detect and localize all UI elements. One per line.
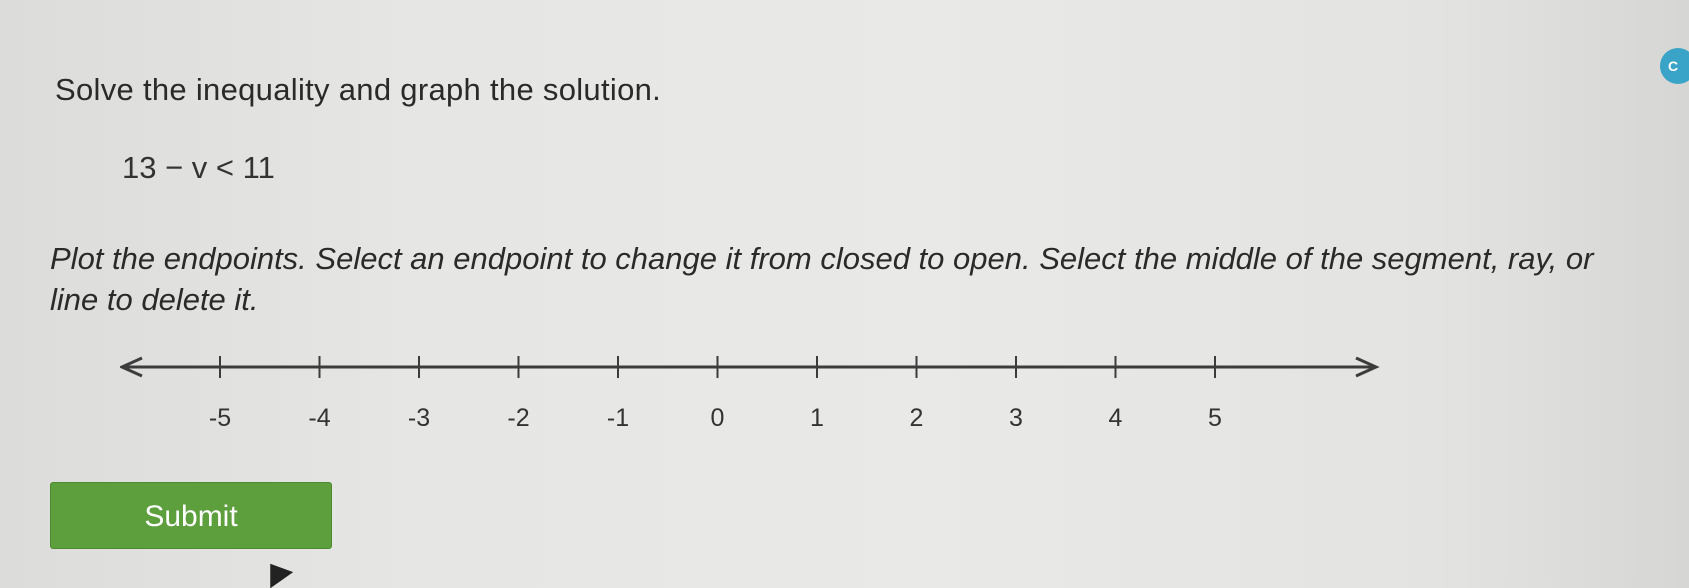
tick-label: 4 xyxy=(1109,404,1123,432)
tick-label: -2 xyxy=(507,404,529,432)
tick-label: 5 xyxy=(1208,404,1222,432)
circle-badge-icon: C xyxy=(1660,48,1689,84)
tick-label: -1 xyxy=(607,404,629,432)
tick-label: 3 xyxy=(1009,404,1023,432)
tick-label: 0 xyxy=(711,404,725,432)
graph-instructions: Plot the endpoints. Select an endpoint t… xyxy=(50,241,1594,317)
inequality-expression: 13 − v < 11 xyxy=(122,150,275,185)
number-line[interactable]: -5 -4 -3 -2 -1 0 1 2 3 4 5 xyxy=(120,350,1380,450)
submit-button[interactable]: Submit xyxy=(50,482,332,549)
mouse-cursor-icon xyxy=(258,555,294,588)
tick-label: -3 xyxy=(408,404,430,432)
question-heading: Solve the inequality and graph the solut… xyxy=(55,72,662,107)
tick-label: 2 xyxy=(910,404,924,432)
tick-label: -4 xyxy=(308,404,330,432)
tick-label: -5 xyxy=(209,404,231,432)
tick-label: 1 xyxy=(810,404,824,432)
